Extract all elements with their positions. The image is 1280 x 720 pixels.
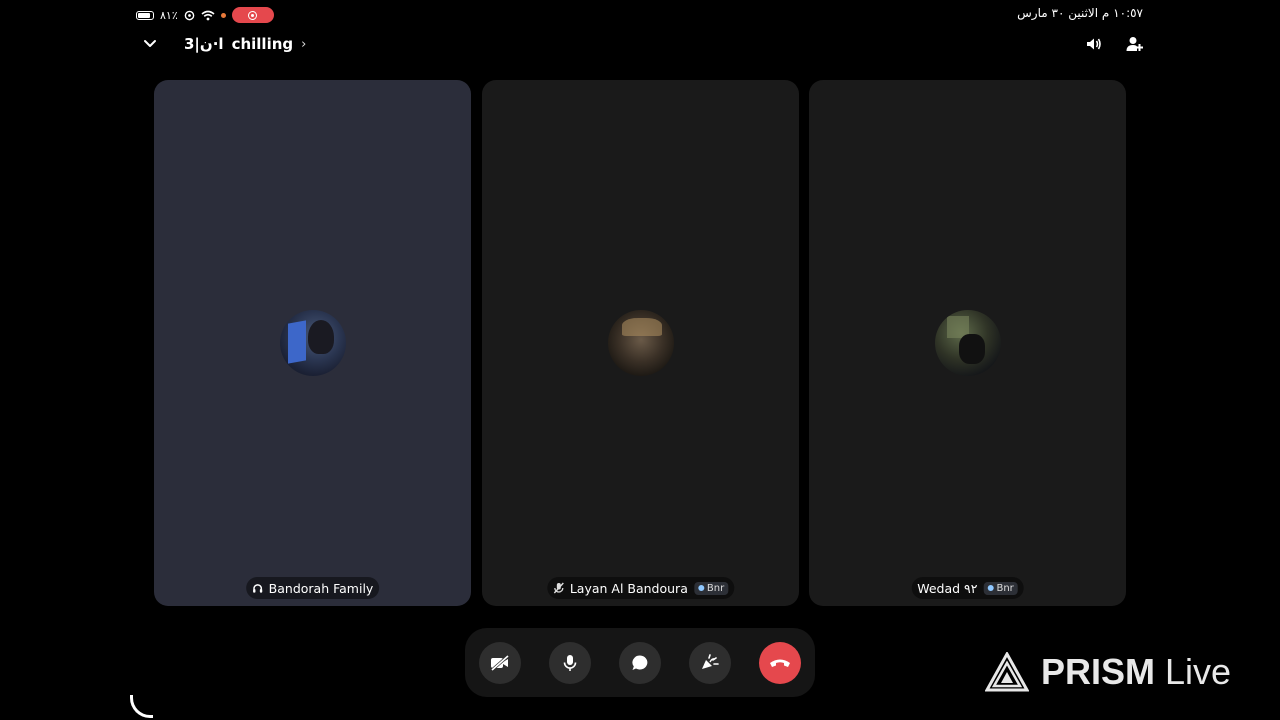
watermark-brand: PRISM (1041, 651, 1156, 692)
chevron-down-icon (144, 40, 156, 47)
call-header: 3|ا·ن chilling › (136, 32, 1144, 56)
call-controls (465, 628, 815, 697)
server-tag-badge: Bnr (693, 581, 729, 595)
camera-off-icon (491, 655, 509, 671)
chevron-right-icon: › (301, 36, 307, 52)
participant-tile[interactable]: Wedad ٩٢ Bnr (809, 80, 1126, 606)
screen-record-indicator[interactable] (231, 7, 274, 23)
headset-icon (252, 583, 262, 593)
record-icon (248, 10, 258, 20)
server-tag-text: Bnr (706, 582, 725, 594)
status-bar-left: ٨١٪ (136, 6, 274, 24)
channel-title[interactable]: 3|ا·ن chilling › (184, 32, 306, 56)
muted-mic-icon (553, 582, 564, 594)
server-tag-text: Bnr (996, 582, 1014, 594)
microphone-icon (563, 655, 577, 671)
participant-label: Wedad ٩٢ Bnr (911, 577, 1024, 599)
channel-name: chilling (231, 35, 294, 53)
channel-prefix: 3|ا·ن (184, 35, 224, 53)
add-user-icon (1126, 37, 1143, 51)
status-datetime: ١٠:٥٧ م الاثنين ٣٠ مارس (1017, 6, 1143, 20)
battery-icon (136, 10, 154, 20)
participant-label: Layan Al Bandoura Bnr (546, 577, 735, 599)
participant-name: Bandorah Family (268, 580, 374, 596)
avatar (934, 310, 1001, 376)
participant-tile[interactable]: Bandorah Family (154, 80, 471, 606)
add-participant-button[interactable] (1124, 34, 1144, 54)
participant-name: Wedad ٩٢ (917, 580, 978, 596)
speaker-button[interactable] (1084, 34, 1104, 54)
prism-logo-icon (985, 652, 1029, 692)
microphone-button[interactable] (549, 642, 591, 684)
wifi-icon (201, 10, 215, 20)
server-tag-badge: Bnr (983, 581, 1018, 595)
battery-percent: ٨١٪ (160, 8, 178, 22)
participant-tile[interactable]: Layan Al Bandoura Bnr (482, 80, 799, 606)
hang-up-icon (770, 659, 790, 667)
tag-icon (987, 585, 994, 591)
speaker-icon (1087, 38, 1101, 50)
soundboard-button[interactable] (689, 642, 731, 684)
end-call-button[interactable] (759, 642, 801, 684)
chat-button[interactable] (619, 642, 661, 684)
screen-corner-indicator (130, 695, 153, 718)
watermark-text: PRISM Live (1041, 651, 1231, 693)
participant-name: Layan Al Bandoura (569, 580, 688, 596)
prism-live-watermark: PRISM Live (985, 650, 1231, 694)
tag-icon (697, 585, 704, 591)
camera-toggle-button[interactable] (479, 642, 521, 684)
avatar (279, 310, 346, 376)
watermark-suffix: Live (1165, 651, 1232, 692)
notification-dot (220, 12, 226, 18)
chat-icon (632, 655, 648, 670)
soundboard-icon (702, 654, 719, 669)
participant-label: Bandorah Family (245, 577, 380, 599)
hotspot-icon (184, 10, 195, 20)
avatar (607, 310, 674, 376)
collapse-button[interactable] (140, 34, 160, 54)
